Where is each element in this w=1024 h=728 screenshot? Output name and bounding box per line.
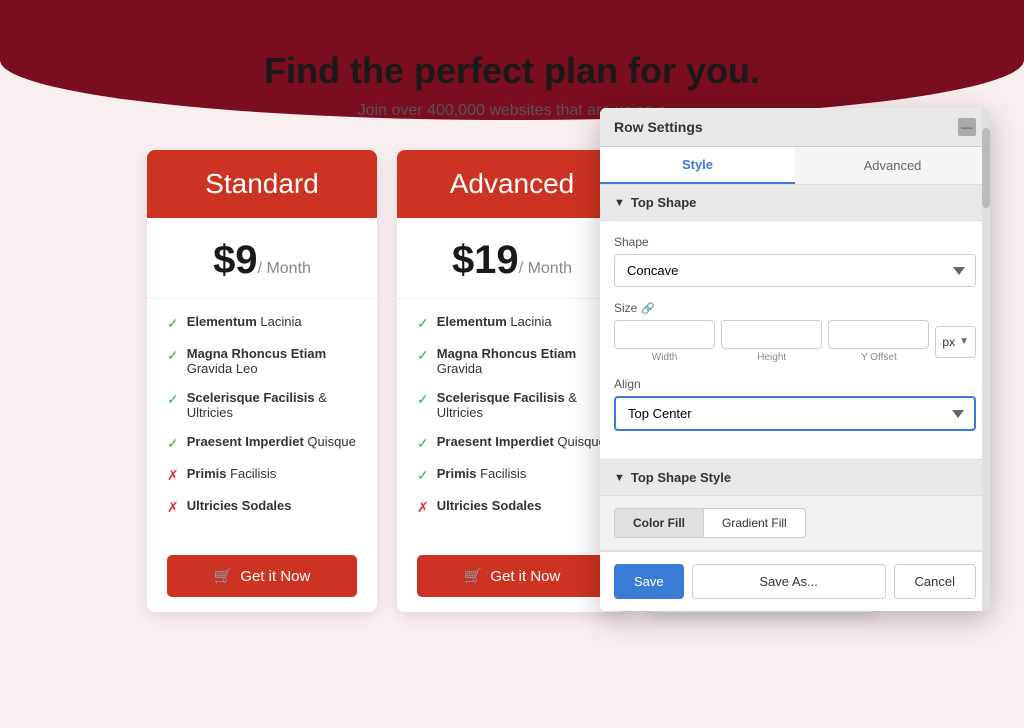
- fill-buttons-group: Color Fill Gradient Fill: [614, 508, 976, 538]
- top-shape-label: Top Shape: [631, 195, 696, 210]
- feature-item: ✓ Scelerisque Facilisis & Ultricies: [167, 390, 357, 420]
- check-icon: ✓: [417, 347, 429, 364]
- unit-label: px: [942, 335, 955, 349]
- card-footer-standard: 🛒 Get it Now: [147, 545, 377, 612]
- cross-icon: ✗: [167, 467, 179, 484]
- check-icon: ✓: [417, 435, 429, 452]
- cart-icon: 🛒: [464, 567, 483, 585]
- check-icon: ✓: [417, 391, 429, 408]
- size-inputs: Width Height Y Offset: [614, 320, 929, 363]
- get-it-now-button-advanced[interactable]: 🛒 Get it Now: [417, 555, 607, 597]
- link-icon: 🔗: [641, 302, 655, 315]
- features-standard: ✓ Elementum Lacinia ✓ Magna Rhoncus Etia…: [147, 299, 377, 545]
- price-standard: $9/ Month: [213, 238, 311, 282]
- check-icon: ✓: [167, 391, 179, 408]
- top-shape-section-header[interactable]: ▼ Top Shape: [600, 185, 990, 221]
- tab-style[interactable]: Style: [600, 147, 795, 184]
- card-name-advanced: Advanced: [450, 168, 575, 199]
- page-title: Find the perfect plan for you.: [0, 30, 1024, 92]
- check-icon: ✓: [417, 467, 429, 484]
- size-form-group: Size 🔗 Width Height: [614, 301, 976, 363]
- height-label: Height: [757, 352, 786, 363]
- card-name-standard: Standard: [205, 168, 319, 199]
- top-shape-style-section-content: Color Fill Gradient Fill: [600, 496, 990, 551]
- price-advanced: $19/ Month: [452, 238, 572, 282]
- pricing-card-standard: Standard $9/ Month ✓ Elementum Lacinia ✓…: [147, 150, 377, 612]
- card-header-standard: Standard: [147, 150, 377, 218]
- row-settings-panel: Row Settings — Style Advanced ▼ Top Shap…: [600, 108, 990, 611]
- align-select[interactable]: Top Left Top Center Top Right: [614, 396, 976, 431]
- panel-title: Row Settings: [614, 119, 703, 135]
- cross-icon: ✗: [417, 499, 429, 516]
- cancel-button[interactable]: Cancel: [894, 564, 976, 599]
- panel-tabs: Style Advanced: [600, 147, 990, 185]
- unit-select[interactable]: px ▼: [935, 326, 976, 358]
- scrollbar-thumb[interactable]: [982, 128, 990, 208]
- pricing-card-advanced: Advanced $19/ Month ✓ Elementum Lacinia …: [397, 150, 627, 612]
- card-header-advanced: Advanced: [397, 150, 627, 218]
- feature-item: ✓ Magna Rhoncus Etiam Gravida Leo: [167, 346, 357, 376]
- size-inputs-row: Width Height Y Offset px ▼: [614, 320, 976, 363]
- shape-label: Shape: [614, 235, 976, 249]
- gradient-fill-button[interactable]: Gradient Fill: [704, 508, 806, 538]
- top-shape-section-content: Shape None Triangle Concave Convex Wave …: [600, 221, 990, 460]
- height-input[interactable]: [721, 320, 822, 349]
- price-section-advanced: $19/ Month: [397, 218, 627, 299]
- align-form-group: Align Top Left Top Center Top Right: [614, 377, 976, 431]
- cross-icon: ✗: [167, 499, 179, 516]
- feature-item: ✓ Praesent Imperdiet Quisque: [167, 434, 357, 452]
- size-label: Size: [614, 301, 637, 315]
- size-label-row: Size 🔗: [614, 301, 976, 315]
- height-input-wrap: Height: [721, 320, 822, 363]
- scrollbar-track: [982, 108, 990, 611]
- width-label: Width: [652, 352, 678, 363]
- feature-item: ✗ Ultricies Sodales: [167, 498, 357, 516]
- color-fill-button[interactable]: Color Fill: [614, 508, 704, 538]
- feature-item: ✓ Elementum Lacinia: [167, 314, 357, 332]
- panel-titlebar: Row Settings —: [600, 108, 990, 147]
- panel-body: ▼ Top Shape Shape None Triangle Concave …: [600, 185, 990, 551]
- price-section-standard: $9/ Month: [147, 218, 377, 299]
- feature-item: ✓ Primis Facilisis: [417, 466, 607, 484]
- tab-advanced[interactable]: Advanced: [795, 147, 990, 184]
- save-as-button[interactable]: Save As...: [692, 564, 886, 599]
- feature-item: ✓ Magna Rhoncus Etiam Gravida: [417, 346, 607, 376]
- check-icon: ✓: [167, 315, 179, 332]
- y-offset-input-wrap: Y Offset: [828, 320, 929, 363]
- card-footer-advanced: 🛒 Get it Now: [397, 545, 627, 612]
- panel-footer: Save Save As... Cancel: [600, 551, 990, 611]
- feature-item: ✓ Scelerisque Facilisis & Ultricies: [417, 390, 607, 420]
- check-icon: ✓: [167, 435, 179, 452]
- features-advanced: ✓ Elementum Lacinia ✓ Magna Rhoncus Etia…: [397, 299, 627, 545]
- y-offset-label: Y Offset: [861, 352, 897, 363]
- cart-icon: 🛒: [214, 567, 233, 585]
- unit-chevron-icon: ▼: [959, 336, 969, 347]
- get-it-now-button-standard[interactable]: 🛒 Get it Now: [167, 555, 357, 597]
- feature-item: ✗ Ultricies Sodales: [417, 498, 607, 516]
- width-input-wrap: Width: [614, 320, 715, 363]
- save-button[interactable]: Save: [614, 564, 684, 599]
- top-shape-style-section-header[interactable]: ▼ Top Shape Style: [600, 460, 990, 496]
- shape-form-group: Shape None Triangle Concave Convex Wave …: [614, 235, 976, 287]
- check-icon: ✓: [167, 347, 179, 364]
- align-label: Align: [614, 377, 976, 391]
- feature-item: ✓ Elementum Lacinia: [417, 314, 607, 332]
- panel-minimize-button[interactable]: —: [958, 118, 976, 136]
- chevron-down-icon: ▼: [614, 197, 625, 209]
- chevron-down-icon: ▼: [614, 472, 625, 484]
- feature-item: ✓ Praesent Imperdiet Quisque: [417, 434, 607, 452]
- feature-item: ✗ Primis Facilisis: [167, 466, 357, 484]
- width-input[interactable]: [614, 320, 715, 349]
- y-offset-input[interactable]: [828, 320, 929, 349]
- check-icon: ✓: [417, 315, 429, 332]
- shape-select[interactable]: None Triangle Concave Convex Wave Zigzag: [614, 254, 976, 287]
- top-shape-style-label: Top Shape Style: [631, 470, 731, 485]
